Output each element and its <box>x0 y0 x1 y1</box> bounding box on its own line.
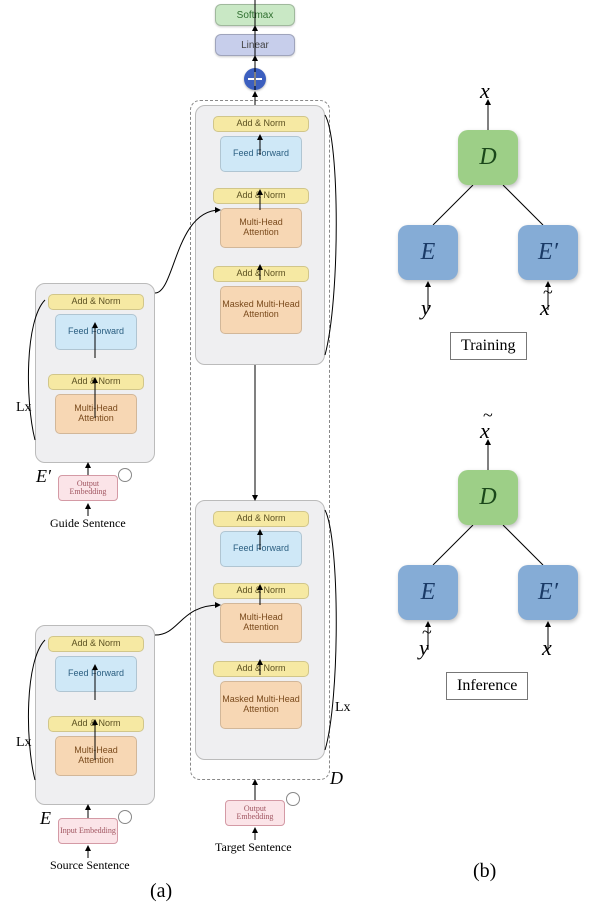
input-embedding-box: Input Embedding <box>58 818 118 844</box>
positional-sinusoid-icon <box>118 468 132 482</box>
add-norm-box: Add & Norm <box>48 636 144 652</box>
positional-sinusoid-icon <box>286 792 300 806</box>
guide-sentence-label: Guide Sentence <box>50 516 126 531</box>
training-Eprime-input: x <box>540 295 550 321</box>
inference-Eprime-input: x <box>542 635 552 661</box>
linear-box: Linear <box>215 34 295 56</box>
panel-b: x D E E′ y x Training <box>378 80 598 880</box>
repeat-label: Lx <box>335 700 351 716</box>
decoder-stack-top: Add & Norm Feed Forward Add & Norm Multi… <box>195 105 325 365</box>
add-norm-box: Add & Norm <box>48 294 144 310</box>
decoder-node: D <box>458 130 518 185</box>
repeat-label: Lx <box>16 400 32 416</box>
add-norm-box: Add & Norm <box>48 716 144 732</box>
positional-sinusoid-icon <box>118 810 132 824</box>
encoder-stack: Add & Norm Feed Forward Add & Norm Multi… <box>35 625 155 805</box>
output-embedding-box: Output Embedding <box>225 800 285 826</box>
multi-head-attention-box: Multi-Head Attention <box>55 736 137 776</box>
decoder-node: D <box>458 470 518 525</box>
inference-E-input: y <box>419 635 429 661</box>
training-E-input: y <box>421 295 431 321</box>
encoder-symbol: E <box>40 808 51 829</box>
target-sentence-label: Target Sentence <box>215 840 292 855</box>
panel-a: Softmax Linear Add & Norm Feed Forward A… <box>0 0 370 900</box>
masked-multi-head-attention-box: Masked Multi-Head Attention <box>220 286 302 334</box>
figure-root: Softmax Linear Add & Norm Feed Forward A… <box>0 0 598 920</box>
encoder-node: E <box>398 225 458 280</box>
feed-forward-box: Feed Forward <box>220 136 302 172</box>
inference-label: Inference <box>446 672 528 700</box>
encoder-prime-node: E′ <box>518 565 578 620</box>
training-label: Training <box>450 332 527 360</box>
encoder-prime-node: E′ <box>518 225 578 280</box>
training-output-symbol: x <box>480 78 490 104</box>
multi-head-attention-box: Multi-Head Attention <box>220 208 302 248</box>
decoder-stack-bottom: Add & Norm Feed Forward Add & Norm Multi… <box>195 500 325 760</box>
masked-multi-head-attention-box: Masked Multi-Head Attention <box>220 681 302 729</box>
inference-tree-connectors <box>388 420 588 700</box>
encoder-node: E <box>398 565 458 620</box>
feed-forward-box: Feed Forward <box>220 531 302 567</box>
source-sentence-label: Source Sentence <box>50 858 130 873</box>
repeat-label: Lx <box>16 735 32 751</box>
inference-tree: x D E E′ y x Inference <box>388 420 588 700</box>
add-norm-box: Add & Norm <box>213 511 309 527</box>
feed-forward-box: Feed Forward <box>55 656 137 692</box>
add-norm-box: Add & Norm <box>48 374 144 390</box>
feed-forward-box: Feed Forward <box>55 314 137 350</box>
encoder-prime-stack: Add & Norm Feed Forward Add & Norm Multi… <box>35 283 155 463</box>
training-tree-connectors <box>388 80 588 360</box>
add-norm-box: Add & Norm <box>213 116 309 132</box>
softmax-box: Softmax <box>215 4 295 26</box>
inference-output-symbol: x <box>480 418 490 444</box>
add-norm-box: Add & Norm <box>213 188 309 204</box>
add-norm-box: Add & Norm <box>213 266 309 282</box>
multi-head-attention-box: Multi-Head Attention <box>55 394 137 434</box>
panel-b-label: (b) <box>473 860 496 883</box>
add-norm-box: Add & Norm <box>213 661 309 677</box>
output-embedding-box: Output Embedding <box>58 475 118 501</box>
multi-head-attention-box: Multi-Head Attention <box>220 603 302 643</box>
decoder-symbol: D <box>330 768 343 789</box>
panel-a-label: (a) <box>150 880 172 903</box>
add-norm-box: Add & Norm <box>213 583 309 599</box>
encoder-prime-symbol: E′ <box>36 466 51 487</box>
training-tree: x D E E′ y x Training <box>388 80 588 360</box>
sum-circle-icon <box>244 68 266 90</box>
